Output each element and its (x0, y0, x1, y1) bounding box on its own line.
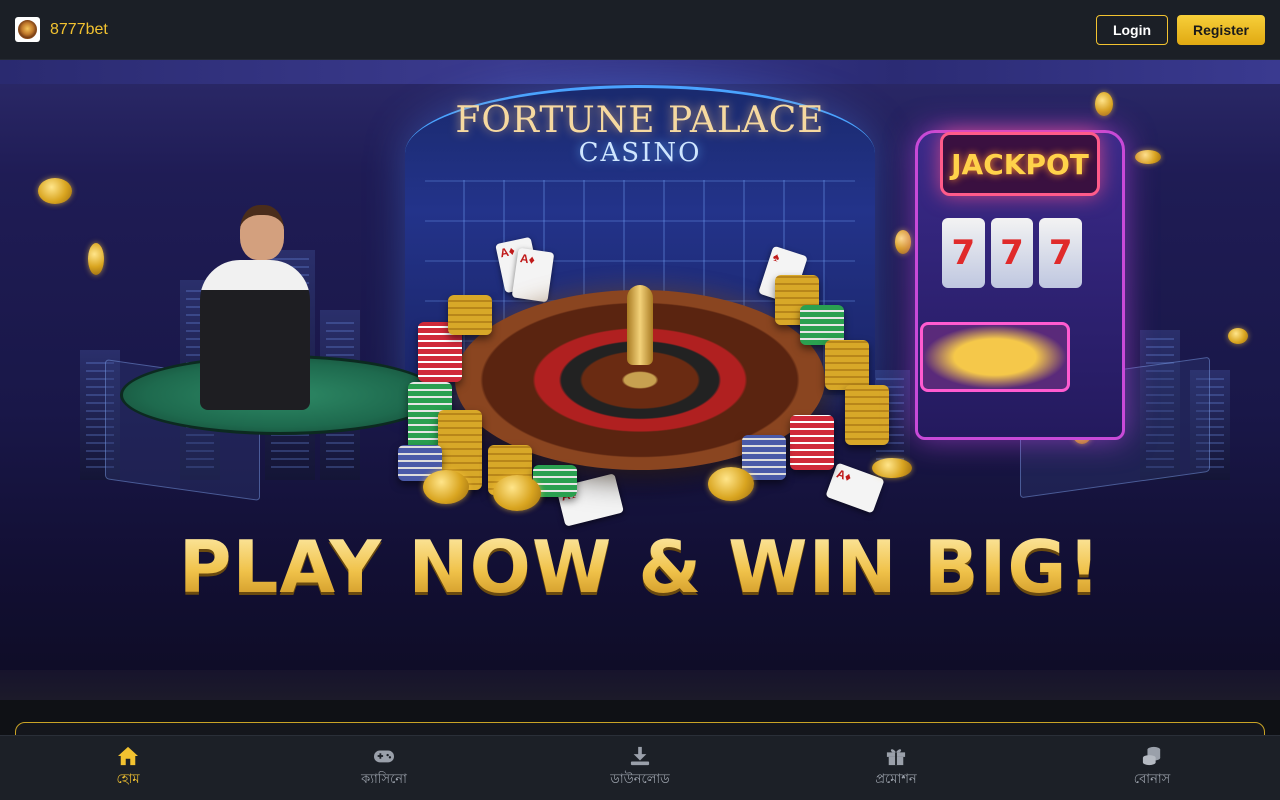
brand[interactable]: 8777bet (15, 17, 108, 42)
coins-icon (1142, 746, 1161, 765)
home-icon (118, 746, 138, 765)
slot-reel: 7 (990, 218, 1034, 288)
gold-coin (708, 467, 754, 501)
chip-stack (448, 295, 492, 335)
slot-reel: 7 (942, 218, 985, 288)
nav-item-casino[interactable]: ক্যাসিনো (256, 736, 512, 800)
gold-coin (872, 458, 912, 478)
gold-coin (88, 243, 104, 275)
banner-top-strip (0, 60, 1280, 84)
coin-tray (920, 322, 1070, 392)
brand-logo (15, 17, 40, 42)
gold-coin (493, 475, 541, 511)
nav-label: হোম (116, 770, 140, 786)
gamepad-icon (374, 750, 394, 762)
bottom-nav: হোম ক্যাসিনো ডাউনলোড প্রমোশন বোনাস (0, 735, 1280, 800)
chip-stack (825, 340, 869, 390)
palace-title: FORTUNE PALACE (455, 100, 825, 141)
login-button[interactable]: Login (1096, 14, 1168, 45)
top-header: 8777bet Login Register (0, 0, 1280, 60)
nav-item-download[interactable]: ডাউনলোড (512, 736, 768, 800)
chip-stack (845, 385, 889, 445)
gift-icon (886, 748, 906, 765)
dealer-figure (200, 260, 310, 410)
banner-bottom-shade (0, 670, 1280, 700)
auth-buttons: Login Register (1096, 14, 1265, 45)
banner-headline: PLAY NOW & WIN BIG! (0, 525, 1280, 609)
slot-reels: 7 7 7 (942, 218, 1083, 288)
nav-label: বোনাস (1133, 770, 1171, 786)
gold-coin (895, 230, 911, 254)
nav-item-promotion[interactable]: প্রমোশন (768, 736, 1024, 800)
hero-banner[interactable]: FORTUNE PALACE CASINO A♦ A♦ ♠ A♠ A♦ JACK… (0, 60, 1280, 700)
jackpot-sign: JACKPOT (940, 132, 1100, 196)
nav-label: ডাউনলোড (610, 770, 670, 786)
nav-item-home[interactable]: হোম (0, 736, 256, 800)
download-icon (630, 746, 650, 765)
chip-stack (800, 305, 844, 345)
register-button[interactable]: Register (1177, 14, 1265, 45)
nav-label: প্রমোশন (875, 770, 917, 786)
gold-coin (1135, 150, 1161, 164)
palace-subtitle: CASINO (578, 138, 702, 168)
playing-card: A♦ (511, 247, 555, 303)
gold-coin (1095, 92, 1113, 116)
gold-coin (38, 178, 72, 204)
nav-item-bonus[interactable]: বোনাস (1024, 736, 1280, 800)
nav-label: ক্যাসিনো (361, 770, 407, 786)
gold-coin (1228, 328, 1248, 344)
roulette-spindle (627, 285, 653, 365)
gold-coin (423, 470, 469, 504)
dealer-head (240, 205, 284, 260)
slot-reel: 7 (1039, 218, 1083, 288)
chip-stack (790, 415, 834, 470)
brand-name: 8777bet (50, 20, 108, 38)
